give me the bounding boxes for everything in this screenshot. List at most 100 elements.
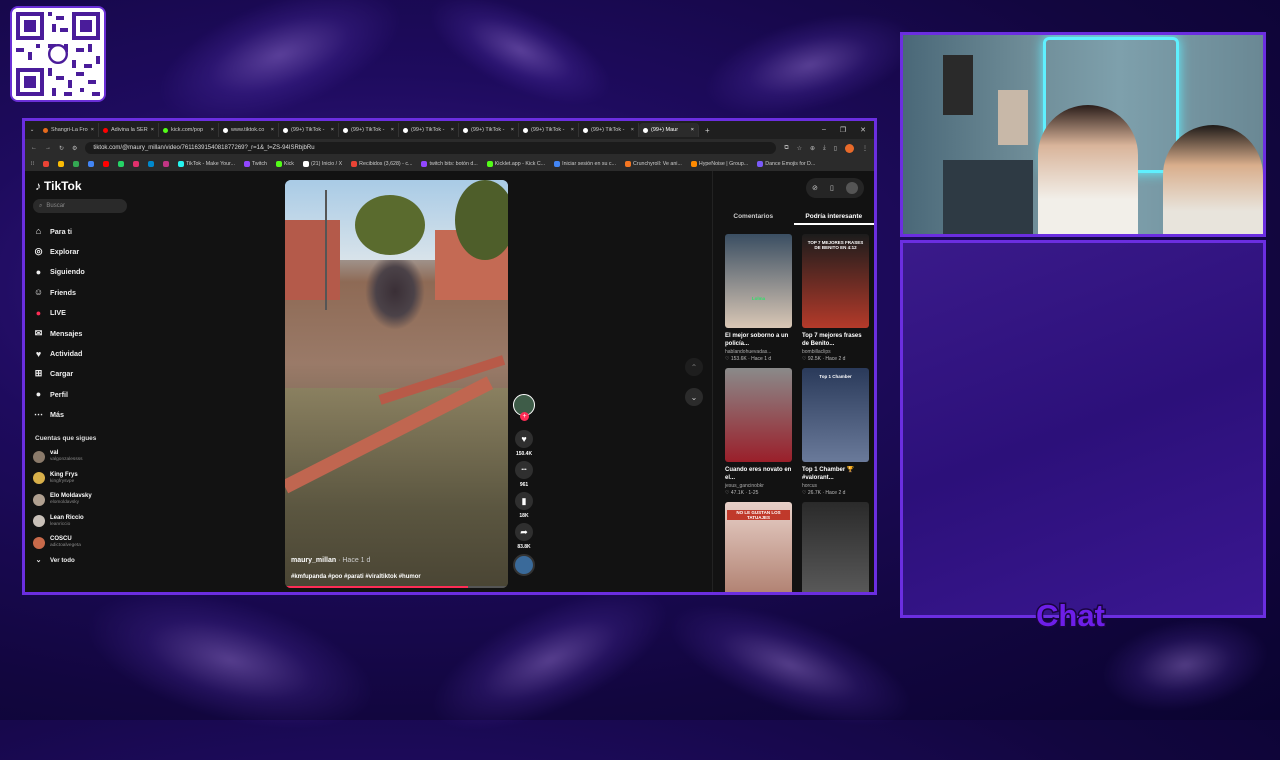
recommended-card[interactable]: Lolma El mejor soborno a un policía... hab… (725, 234, 792, 362)
download-icon[interactable]: ⤓ (823, 145, 826, 152)
browser-tab[interactable]: www.tiktok.co × (219, 123, 279, 137)
tab-close-icon[interactable]: × (511, 127, 514, 133)
heart-icon[interactable]: ♥ (515, 430, 533, 448)
nav-item-mensajes[interactable]: ✉ Mensajes (33, 323, 127, 343)
tab-comments[interactable]: Comentarios (713, 209, 794, 225)
share-icon[interactable]: ➦ (515, 523, 533, 541)
url-field[interactable]: tiktok.com/@maury_millan/video/761163915… (85, 142, 777, 154)
video-player[interactable]: maury_millan · Hace 1 d #kmfupanda #poo … (285, 180, 508, 588)
card-thumbnail[interactable]: TOP 7 MEJORES FRASES DE BENITO EN 4:12 (802, 234, 869, 328)
sidepanel-icon[interactable]: ▯ (834, 145, 837, 152)
star-icon[interactable]: ☆ (797, 145, 802, 152)
tab-close-icon[interactable]: × (271, 127, 274, 133)
recommended-card[interactable]: Top 1 Chamber Top 1 Chamber 🏆 #valorant..… (802, 368, 869, 496)
back-icon[interactable]: ← (31, 145, 37, 151)
bookmark-item[interactable]: Kick (275, 161, 294, 167)
browser-tab[interactable]: kick.com/pop × (159, 123, 219, 137)
nav-item-m-s[interactable]: ⋯ Más (33, 405, 127, 425)
card-title[interactable]: Cuando eres novato en el... (725, 466, 792, 482)
browser-tab[interactable]: (99+) TikTok - × (279, 123, 339, 137)
card-author[interactable]: horcus (802, 483, 869, 489)
next-video-button[interactable]: ⌄ (685, 388, 703, 406)
extensions-icon[interactable]: ⊕ (810, 145, 815, 152)
profile-avatar[interactable] (845, 143, 854, 153)
tab-search-icon[interactable]: ⌄ (25, 127, 39, 133)
card-thumbnail[interactable] (802, 502, 869, 592)
nav-item-actividad[interactable]: ♥ Actividad (33, 343, 127, 363)
browser-tab[interactable]: (99+) Maur × (639, 123, 699, 137)
card-thumbnail[interactable]: Lolma (725, 234, 792, 328)
video-username[interactable]: maury_millan · Hace 1 d (291, 557, 370, 564)
nav-item-live[interactable]: ● LIVE (33, 303, 127, 323)
new-tab-button[interactable]: + (699, 126, 716, 135)
menu-icon[interactable]: ⋮ (862, 145, 868, 152)
close-window-button[interactable]: ✕ (860, 126, 866, 134)
tab-close-icon[interactable]: × (691, 127, 694, 133)
bookmark-item[interactable]: Dance Emojis for D... (757, 161, 815, 167)
bookmark-item[interactable]: HypeNoise | Group... (690, 161, 748, 167)
tab-close-icon[interactable]: × (631, 127, 634, 133)
nav-item-para-ti[interactable]: ⌂ Para ti (33, 221, 127, 241)
bookmark-favicon-icon[interactable] (87, 161, 94, 167)
apps-icon[interactable]: ⁞⁞ (31, 161, 34, 167)
bookmark-favicon-icon[interactable] (102, 161, 109, 167)
bookmark-favicon-icon[interactable] (42, 161, 49, 167)
browser-tab[interactable]: Adivina la SER × (99, 123, 159, 137)
following-account[interactable]: Lean Riccio leanriccio (33, 510, 127, 532)
bookmark-item[interactable]: Twitch (243, 161, 267, 167)
tab-close-icon[interactable]: × (391, 127, 394, 133)
forward-icon[interactable]: → (45, 145, 51, 151)
nav-item-perfil[interactable]: ● Perfil (33, 384, 127, 404)
bookmark-item[interactable]: twitch bits: botón d... (421, 161, 478, 167)
recommended-card[interactable] (802, 502, 869, 592)
device-icon[interactable]: ▯ (830, 184, 834, 192)
nav-item-cargar[interactable]: ⊞ Cargar (33, 364, 127, 384)
browser-tab[interactable]: (99+) TikTok - × (459, 123, 519, 137)
creator-avatar[interactable]: + (513, 394, 535, 421)
bookmark-item[interactable]: Recibidos (3,628) - c... (351, 161, 412, 167)
browser-tab[interactable]: (99+) TikTok - × (339, 123, 399, 137)
bookmark-favicon-icon[interactable] (162, 161, 169, 167)
user-avatar[interactable] (845, 182, 858, 194)
bookmark-item[interactable]: Kicklet.app - Kick C... (486, 161, 545, 167)
following-account[interactable]: val valgonzalessss (33, 446, 127, 468)
bookmark-icon[interactable]: ▮ (515, 492, 533, 510)
comment-icon[interactable]: ••• (515, 461, 533, 479)
video-hashtags[interactable]: #kmfupanda #poo #parati #viraltiktok #hu… (291, 574, 421, 580)
tab-close-icon[interactable]: × (331, 127, 334, 133)
card-title[interactable]: Top 7 mejores frases de Benito... (802, 332, 869, 348)
bookmark-favicon-icon[interactable] (117, 161, 124, 167)
card-author[interactable]: jesus_gancinobkr (725, 483, 792, 489)
browser-tab[interactable]: Shangri-La Fro × (39, 123, 99, 137)
follow-plus-icon[interactable]: + (520, 412, 529, 421)
minimize-button[interactable]: – (822, 126, 826, 134)
following-account[interactable]: Elo Moldavsky elomoldavsky (33, 489, 127, 511)
card-title[interactable]: El mejor soborno a un policía... (725, 332, 792, 348)
card-thumbnail[interactable]: Top 1 Chamber (802, 368, 869, 462)
following-account[interactable]: COSCU adictoalvegeta (33, 532, 127, 554)
bookmark-favicon-icon[interactable] (72, 161, 79, 167)
site-info-icon[interactable]: ⚙ (72, 145, 77, 152)
recommended-card[interactable]: NO LE GUSTAN LOS TATUAJES (725, 502, 792, 592)
see-all-link[interactable]: ⌄ Ver todo (33, 553, 127, 567)
tab-close-icon[interactable]: × (151, 127, 154, 133)
recommended-card[interactable]: Cuando eres novato en el... jesus_gancino… (725, 368, 792, 496)
browser-tab[interactable]: (99+) TikTok - × (579, 123, 639, 137)
search-input[interactable]: ⌕ Buscar (33, 199, 127, 213)
card-author[interactable]: hablandohuevadas... (725, 349, 792, 355)
bookmark-item[interactable]: Iniciar sesión en su c... (554, 161, 616, 167)
tab-close-icon[interactable]: × (571, 127, 574, 133)
card-thumbnail[interactable]: NO LE GUSTAN LOS TATUAJES (725, 502, 792, 592)
nav-item-siguiendo[interactable]: ● Siguiendo (33, 262, 127, 282)
nav-item-friends[interactable]: ☺ Friends (33, 282, 127, 302)
tab-interesting[interactable]: Podría interesante (793, 209, 874, 225)
bookmark-favicon-icon[interactable] (147, 161, 154, 167)
install-icon[interactable]: ⧉ (784, 145, 788, 152)
maximize-button[interactable]: ❐ (840, 126, 846, 134)
nav-item-explorar[interactable]: ◎ Explorar (33, 241, 127, 261)
recommended-card[interactable]: TOP 7 MEJORES FRASES DE BENITO EN 4:12 To… (802, 234, 869, 362)
following-account[interactable]: King Frys kingfrysvpe (33, 467, 127, 489)
music-disc-icon[interactable] (513, 554, 535, 576)
tab-close-icon[interactable]: × (211, 127, 214, 133)
card-author[interactable]: bombillaclips (802, 349, 869, 355)
